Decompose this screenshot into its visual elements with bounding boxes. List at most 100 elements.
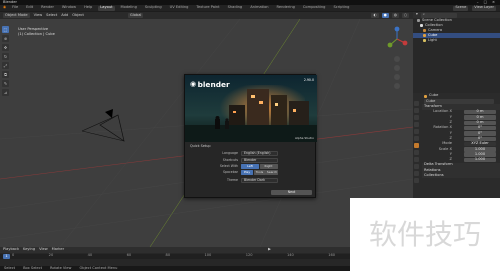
frame-label: 160 xyxy=(328,253,336,257)
menu-help[interactable]: Help xyxy=(82,5,94,11)
workspace-tab-animation[interactable]: Animation xyxy=(248,5,270,11)
menu-render[interactable]: Render xyxy=(39,5,56,11)
workspace-tab-texture-paint[interactable]: Texture Paint xyxy=(194,5,221,11)
workspace-tab-rendering[interactable]: Rendering xyxy=(275,5,297,11)
outliner-filter-icon[interactable]: ▾ xyxy=(416,13,418,17)
annotate-tool-icon[interactable]: ✎ xyxy=(2,80,9,87)
workspace-tab-layout[interactable]: Layout xyxy=(98,5,115,11)
play-icon[interactable]: ▶ xyxy=(268,248,271,252)
scale-x-field[interactable]: 1.000 xyxy=(464,147,496,152)
measure-tool-icon[interactable]: ⊿ xyxy=(2,89,9,96)
camera-object[interactable] xyxy=(81,109,125,142)
render-tab-icon[interactable] xyxy=(414,108,419,113)
outliner-row-light[interactable]: Light xyxy=(413,38,500,43)
scale-z-field[interactable]: 1.000 xyxy=(464,157,496,163)
blender-logo-icon[interactable]: ◉ xyxy=(3,6,6,10)
shortcuts-label: Shortcuts xyxy=(222,157,238,162)
frame-label: 100 xyxy=(204,253,212,257)
navigation-gizmo[interactable] xyxy=(384,26,410,102)
menu-view-timeline[interactable]: View xyxy=(39,248,48,252)
workspace-tab-modeling[interactable]: Modeling xyxy=(119,5,139,11)
cursor-tool-icon[interactable]: ⊕ xyxy=(2,35,9,42)
workspace-tab-shading[interactable]: Shading xyxy=(226,5,245,11)
menu-window[interactable]: Window xyxy=(60,5,78,11)
minimize-icon[interactable]: – xyxy=(477,0,479,5)
mode-selector[interactable]: Object Mode xyxy=(3,13,30,18)
menu-object[interactable]: Object xyxy=(72,13,84,18)
rotation-y-field[interactable]: 0° xyxy=(464,131,496,136)
scale-tool-icon[interactable]: ⤢ xyxy=(2,62,9,69)
frame-label: 120 xyxy=(245,253,253,257)
rotation-mode-dropdown[interactable]: XYZ Euler xyxy=(464,141,496,147)
orientation-selector[interactable]: Global xyxy=(127,13,144,18)
render-shading-icon[interactable]: ○ xyxy=(401,13,409,18)
blender-logo-icon: ◉ xyxy=(190,80,197,89)
outliner-search[interactable]: ⌕ xyxy=(420,12,457,18)
select-right-option[interactable]: Right xyxy=(259,164,278,169)
menu-view[interactable]: View xyxy=(34,13,43,18)
shortcuts-dropdown[interactable]: Blender xyxy=(241,158,278,163)
spacebar-tools-option[interactable]: Tools xyxy=(253,170,266,175)
status-box-select: Box Select xyxy=(23,265,43,270)
physics-tab-icon[interactable] xyxy=(414,157,419,162)
language-row: Language English (English) xyxy=(185,151,317,156)
material-shading-icon[interactable]: ◍ xyxy=(391,13,399,18)
spacebar-play-option[interactable]: Play xyxy=(241,170,253,175)
menu-add[interactable]: Add xyxy=(61,13,68,18)
view-layer-tab-icon[interactable] xyxy=(414,122,419,127)
workspace-tab-scripting[interactable]: Scripting xyxy=(331,5,351,11)
rotation-x-field[interactable]: 0° xyxy=(464,125,496,131)
rotate-tool-icon[interactable]: ↻ xyxy=(2,53,9,60)
current-frame-indicator[interactable]: 1 xyxy=(3,254,10,259)
menu-file[interactable]: File xyxy=(10,5,20,11)
menu-keying[interactable]: Keying xyxy=(23,248,35,252)
material-tab-icon[interactable] xyxy=(414,178,419,183)
transform-tool-icon[interactable]: ⧉ xyxy=(2,71,9,78)
overlay-icon[interactable]: ◐ xyxy=(371,13,379,18)
output-tab-icon[interactable] xyxy=(414,115,419,120)
splash-artwork: ◉ blender 2.90.0 Alpha Studio xyxy=(185,75,317,142)
theme-row: Theme Blender Dark xyxy=(185,178,317,183)
top-menu-bar: ◉ File Edit Render Window Help Layout Mo… xyxy=(0,5,500,11)
collection-icon xyxy=(417,19,420,22)
menu-select[interactable]: Select xyxy=(46,13,57,18)
maximize-icon[interactable]: □ xyxy=(484,0,487,5)
close-icon[interactable]: × xyxy=(492,0,495,5)
scene-tab-icon[interactable] xyxy=(414,129,419,134)
menu-edit[interactable]: Edit xyxy=(24,5,35,11)
select-with-toggle: Left Right xyxy=(241,164,278,169)
toolbar: ⬚ ⊕ ✥ ↻ ⤢ ⧉ ✎ ⊿ xyxy=(2,26,9,96)
watermark: 软件技巧 xyxy=(350,198,500,271)
move-tool-icon[interactable]: ✥ xyxy=(2,44,9,51)
constraints-tab-icon[interactable] xyxy=(414,164,419,169)
data-tab-icon[interactable] xyxy=(414,171,419,176)
language-label: Language xyxy=(222,150,238,155)
menu-marker[interactable]: Marker xyxy=(52,248,64,252)
spacebar-search-option[interactable]: Search xyxy=(266,170,278,175)
language-dropdown[interactable]: English (English) xyxy=(241,151,278,156)
tool-tab-icon[interactable] xyxy=(414,101,419,106)
view-layer-selector[interactable]: View Layer xyxy=(472,5,496,11)
workspace-tab-sculpting[interactable]: Sculpting xyxy=(143,5,164,11)
select-with-row: Select With Left Right xyxy=(185,164,317,169)
modifier-tab-icon[interactable] xyxy=(414,150,419,155)
viewport-header: Object Mode View Select Add Object Globa… xyxy=(0,12,413,19)
object-tab-icon[interactable] xyxy=(414,143,419,148)
select-tool-icon[interactable]: ⬚ xyxy=(2,26,9,33)
blender-window: Blender – □ × ◉ File Edit Render Window … xyxy=(0,0,500,271)
workspace-tab-uv-editing[interactable]: UV Editing xyxy=(168,5,191,11)
theme-dropdown[interactable]: Blender Dark xyxy=(241,178,278,183)
collections-section-header[interactable]: Collections xyxy=(422,173,500,179)
scale-label: Scale X xyxy=(438,146,452,151)
solid-shading-icon[interactable]: ● xyxy=(381,13,389,18)
menu-playback[interactable]: Playback xyxy=(3,248,19,252)
location-x-field[interactable]: 0 m xyxy=(464,109,496,115)
shortcuts-row: Shortcuts Blender xyxy=(185,158,317,163)
viewport-info: User Perspective (1) Collection | Cube xyxy=(18,27,55,37)
workspace-tab-compositing[interactable]: Compositing xyxy=(301,5,328,11)
world-tab-icon[interactable] xyxy=(414,136,419,141)
next-button[interactable]: Next xyxy=(271,190,312,195)
select-left-option[interactable]: Left xyxy=(241,164,259,169)
scene-selector[interactable]: Scene xyxy=(453,5,469,11)
splash-screen[interactable]: ◉ blender 2.90.0 Alpha Studio Quick Setu… xyxy=(184,74,317,198)
